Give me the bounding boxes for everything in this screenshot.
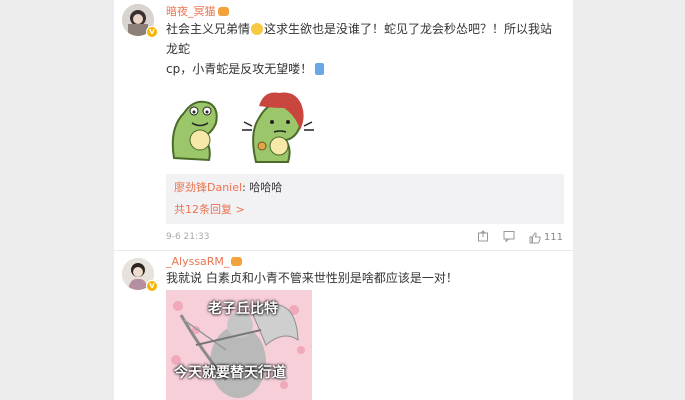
comment-text-part: cp，小青蛇是反攻无望喽！ xyxy=(166,62,313,76)
reply-text: 哈哈哈 xyxy=(249,181,283,194)
thinking-emoji-icon xyxy=(315,63,325,75)
like-button[interactable]: 111 xyxy=(529,231,563,244)
username[interactable]: 暗夜_冥猫 xyxy=(166,5,216,18)
comment-text: 社会主义兄弟情 这求生欲也是没谁了！蛇见了龙会秒怂吧？！所以我站龙蛇 cp，小青蛇… xyxy=(166,19,561,79)
verified-badge-icon: V xyxy=(146,280,158,292)
username[interactable]: _AlyssaRM_ xyxy=(166,255,229,268)
vip-crown-icon xyxy=(217,7,229,16)
cupid-meme-image[interactable]: 老子丘比特 今天就要替天行道 xyxy=(166,290,312,400)
comment-item: V 暗夜_冥猫 社会主义兄弟情 这求生欲也是没谁了！蛇见了龙会秒怂吧？！所以我站龙… xyxy=(114,0,573,250)
comment-icon[interactable] xyxy=(503,230,515,245)
comment-text: 我就说 白素贞和小青不管来世性别是啥都应该是一对！ xyxy=(166,268,561,288)
comment-time: 9-6 21:33 xyxy=(166,232,210,242)
verified-badge-icon: V xyxy=(146,26,158,38)
username-row: 暗夜_冥猫 xyxy=(166,3,229,19)
comment-actions: 111 xyxy=(477,230,563,245)
like-count: 111 xyxy=(543,232,563,243)
view-all-replies-link[interactable]: 共12条回复 > xyxy=(174,201,245,217)
comment-panel: V 暗夜_冥猫 社会主义兄弟情 这求生欲也是没谁了！蛇见了龙会秒怂吧？！所以我站龙… xyxy=(114,0,573,400)
comment-text-part: 社会主义兄弟情 xyxy=(166,22,251,36)
comment-text-part: 我就说 白素贞和小青不管来世性别是啥都应该是一对！ xyxy=(166,271,458,285)
comment-divider xyxy=(114,250,573,251)
like-icon xyxy=(529,231,541,243)
smile-emoji-icon xyxy=(251,23,264,35)
reply-preview[interactable]: 廖劲锋Daniel: 哈哈哈 共12条回复 > xyxy=(166,174,564,224)
snake-dragon-sticker[interactable] xyxy=(164,78,314,166)
reply-username[interactable]: 廖劲锋Daniel xyxy=(174,181,242,194)
share-icon[interactable] xyxy=(477,230,489,245)
vip-crown-icon xyxy=(231,257,243,266)
username-row: _AlyssaRM_ xyxy=(166,255,243,268)
meme-caption-bottom: 今天就要替天行道 xyxy=(174,365,286,381)
meme-caption-top: 老子丘比特 xyxy=(208,301,278,317)
reply-line: 廖劲锋Daniel: 哈哈哈 xyxy=(174,179,282,195)
